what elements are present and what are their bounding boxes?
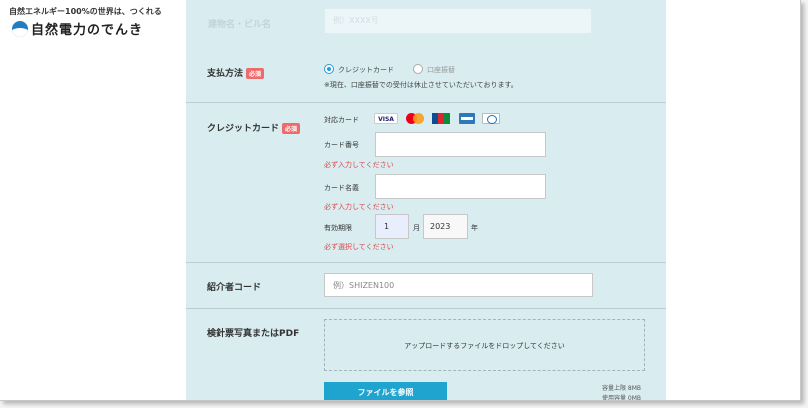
payment-method-label-text: 支払方法 xyxy=(207,69,244,79)
card-number-input[interactable] xyxy=(375,132,546,157)
card-holder-error: 必ず入力してください xyxy=(324,203,394,211)
amex-icon xyxy=(459,113,475,124)
drop-zone-text: アップロードするファイルをドロップしてください xyxy=(404,342,565,350)
referral-label: 紹介者コード xyxy=(207,283,262,293)
building-name-placeholder: 例）XXXX号 xyxy=(333,16,379,25)
capacity-limit: 容量上限 8MB xyxy=(602,385,642,392)
card-holder-label: カード名義 xyxy=(324,184,359,192)
radio-bank-transfer-label[interactable]: 口座振替 xyxy=(427,65,455,75)
browser-frame: 自然エネルギー100%の世界は、つくれる 自然電力のでんき 建物名・ビル名 例）… xyxy=(0,0,801,401)
expiry-year-select[interactable]: 2023 xyxy=(423,214,468,239)
radio-bank-transfer[interactable] xyxy=(413,64,423,74)
jcb-icon xyxy=(432,113,450,124)
supported-cards-label: 対応カード xyxy=(324,116,359,124)
credit-card-label-text: クレジットカード xyxy=(207,124,280,134)
logo-drop-icon xyxy=(12,20,28,37)
expiry-year-value: 2023 xyxy=(430,222,451,231)
site-logo[interactable]: 自然電力のでんき xyxy=(12,19,143,38)
card-number-error: 必ず入力してください xyxy=(324,161,394,169)
expiry-label: 有効期限 xyxy=(324,224,352,232)
required-badge: 必須 xyxy=(282,123,301,134)
capacity-used: 使用容量 0MB xyxy=(602,395,642,401)
radio-credit-card[interactable] xyxy=(324,64,334,74)
building-name-label: 建物名・ビル名 xyxy=(208,20,272,30)
upload-label: 検針票写真またはPDF xyxy=(207,329,300,339)
referral-row: 紹介者コード 例）SHIZEN100 xyxy=(186,263,666,309)
expiry-month-value: 1 xyxy=(384,222,390,231)
logo-text: 自然電力のでんき xyxy=(31,23,144,38)
referral-code-input[interactable]: 例）SHIZEN100 xyxy=(324,273,593,297)
file-drop-zone[interactable]: アップロードするファイルをドロップしてください xyxy=(324,319,645,371)
browse-file-button[interactable]: ファイルを参照 xyxy=(324,382,447,400)
referral-placeholder: 例）SHIZEN100 xyxy=(333,281,395,290)
mastercard-icon xyxy=(405,113,425,124)
required-badge: 必須 xyxy=(246,68,265,79)
expiry-error: 必ず選択してください xyxy=(324,243,394,251)
credit-card-row: クレジットカード 必須 対応カード カード番号 必ず入力してください カード名義 … xyxy=(186,103,666,263)
expiry-month-select[interactable]: 1 xyxy=(375,214,409,239)
building-name-row: 建物名・ビル名 例）XXXX号 xyxy=(186,0,666,47)
radio-credit-card-label[interactable]: クレジットカード xyxy=(338,65,394,75)
card-number-label: カード番号 xyxy=(324,141,359,149)
payment-method-row: 支払方法 必須 クレジットカード 口座振替 ※現在、口座振替での受付は休止させてい… xyxy=(186,47,666,103)
credit-card-label: クレジットカード 必須 xyxy=(207,121,301,134)
tagline: 自然エネルギー100%の世界は、つくれる xyxy=(9,7,162,16)
building-name-input[interactable]: 例）XXXX号 xyxy=(324,8,592,34)
visa-icon: VISA xyxy=(374,113,398,124)
payment-method-label: 支払方法 必須 xyxy=(207,66,265,79)
month-unit: 月 xyxy=(413,224,420,232)
payment-note: ※現在、口座振替での受付は休止させていただいております。 xyxy=(324,81,518,89)
card-holder-input[interactable] xyxy=(375,174,546,199)
year-unit: 年 xyxy=(471,224,478,232)
diners-club-icon xyxy=(482,113,500,124)
